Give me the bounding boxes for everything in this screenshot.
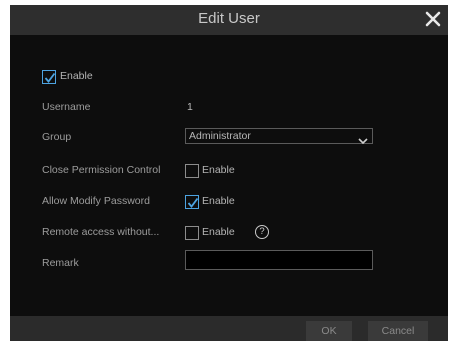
help-icon[interactable]: ? — [255, 225, 269, 239]
username-label: Username — [42, 101, 91, 113]
allow-modify-password-enable-label: Enable — [202, 195, 235, 207]
cancel-button[interactable]: Cancel — [368, 321, 428, 341]
edit-user-dialog: Edit User Enable Username 1 Group Admini… — [10, 5, 448, 341]
close-icon[interactable] — [422, 8, 444, 30]
ok-button[interactable]: OK — [306, 321, 352, 341]
dialog-title: Edit User — [198, 10, 260, 27]
chevron-down-icon — [358, 132, 368, 150]
remote-access-label: Remote access without... — [42, 226, 160, 238]
remark-label: Remark — [42, 257, 79, 269]
dialog-footer: OK Cancel — [10, 316, 448, 341]
enable-label: Enable — [60, 70, 93, 82]
close-permission-control-checkbox[interactable] — [185, 164, 199, 178]
close-permission-control-enable-label: Enable — [202, 164, 235, 176]
allow-modify-password-checkbox[interactable] — [185, 195, 199, 209]
group-label: Group — [42, 131, 72, 143]
remote-access-enable-label: Enable — [202, 226, 235, 238]
enable-checkbox[interactable] — [42, 70, 56, 84]
group-selected-value: Administrator — [189, 130, 251, 142]
title-bar: Edit User — [10, 5, 448, 35]
username-value: 1 — [187, 101, 193, 113]
remark-input[interactable] — [185, 250, 373, 270]
close-permission-control-label: Close Permission Control — [42, 164, 161, 176]
group-select[interactable]: Administrator — [185, 128, 373, 145]
remote-access-checkbox[interactable] — [185, 226, 199, 240]
allow-modify-password-label: Allow Modify Password — [42, 195, 150, 207]
